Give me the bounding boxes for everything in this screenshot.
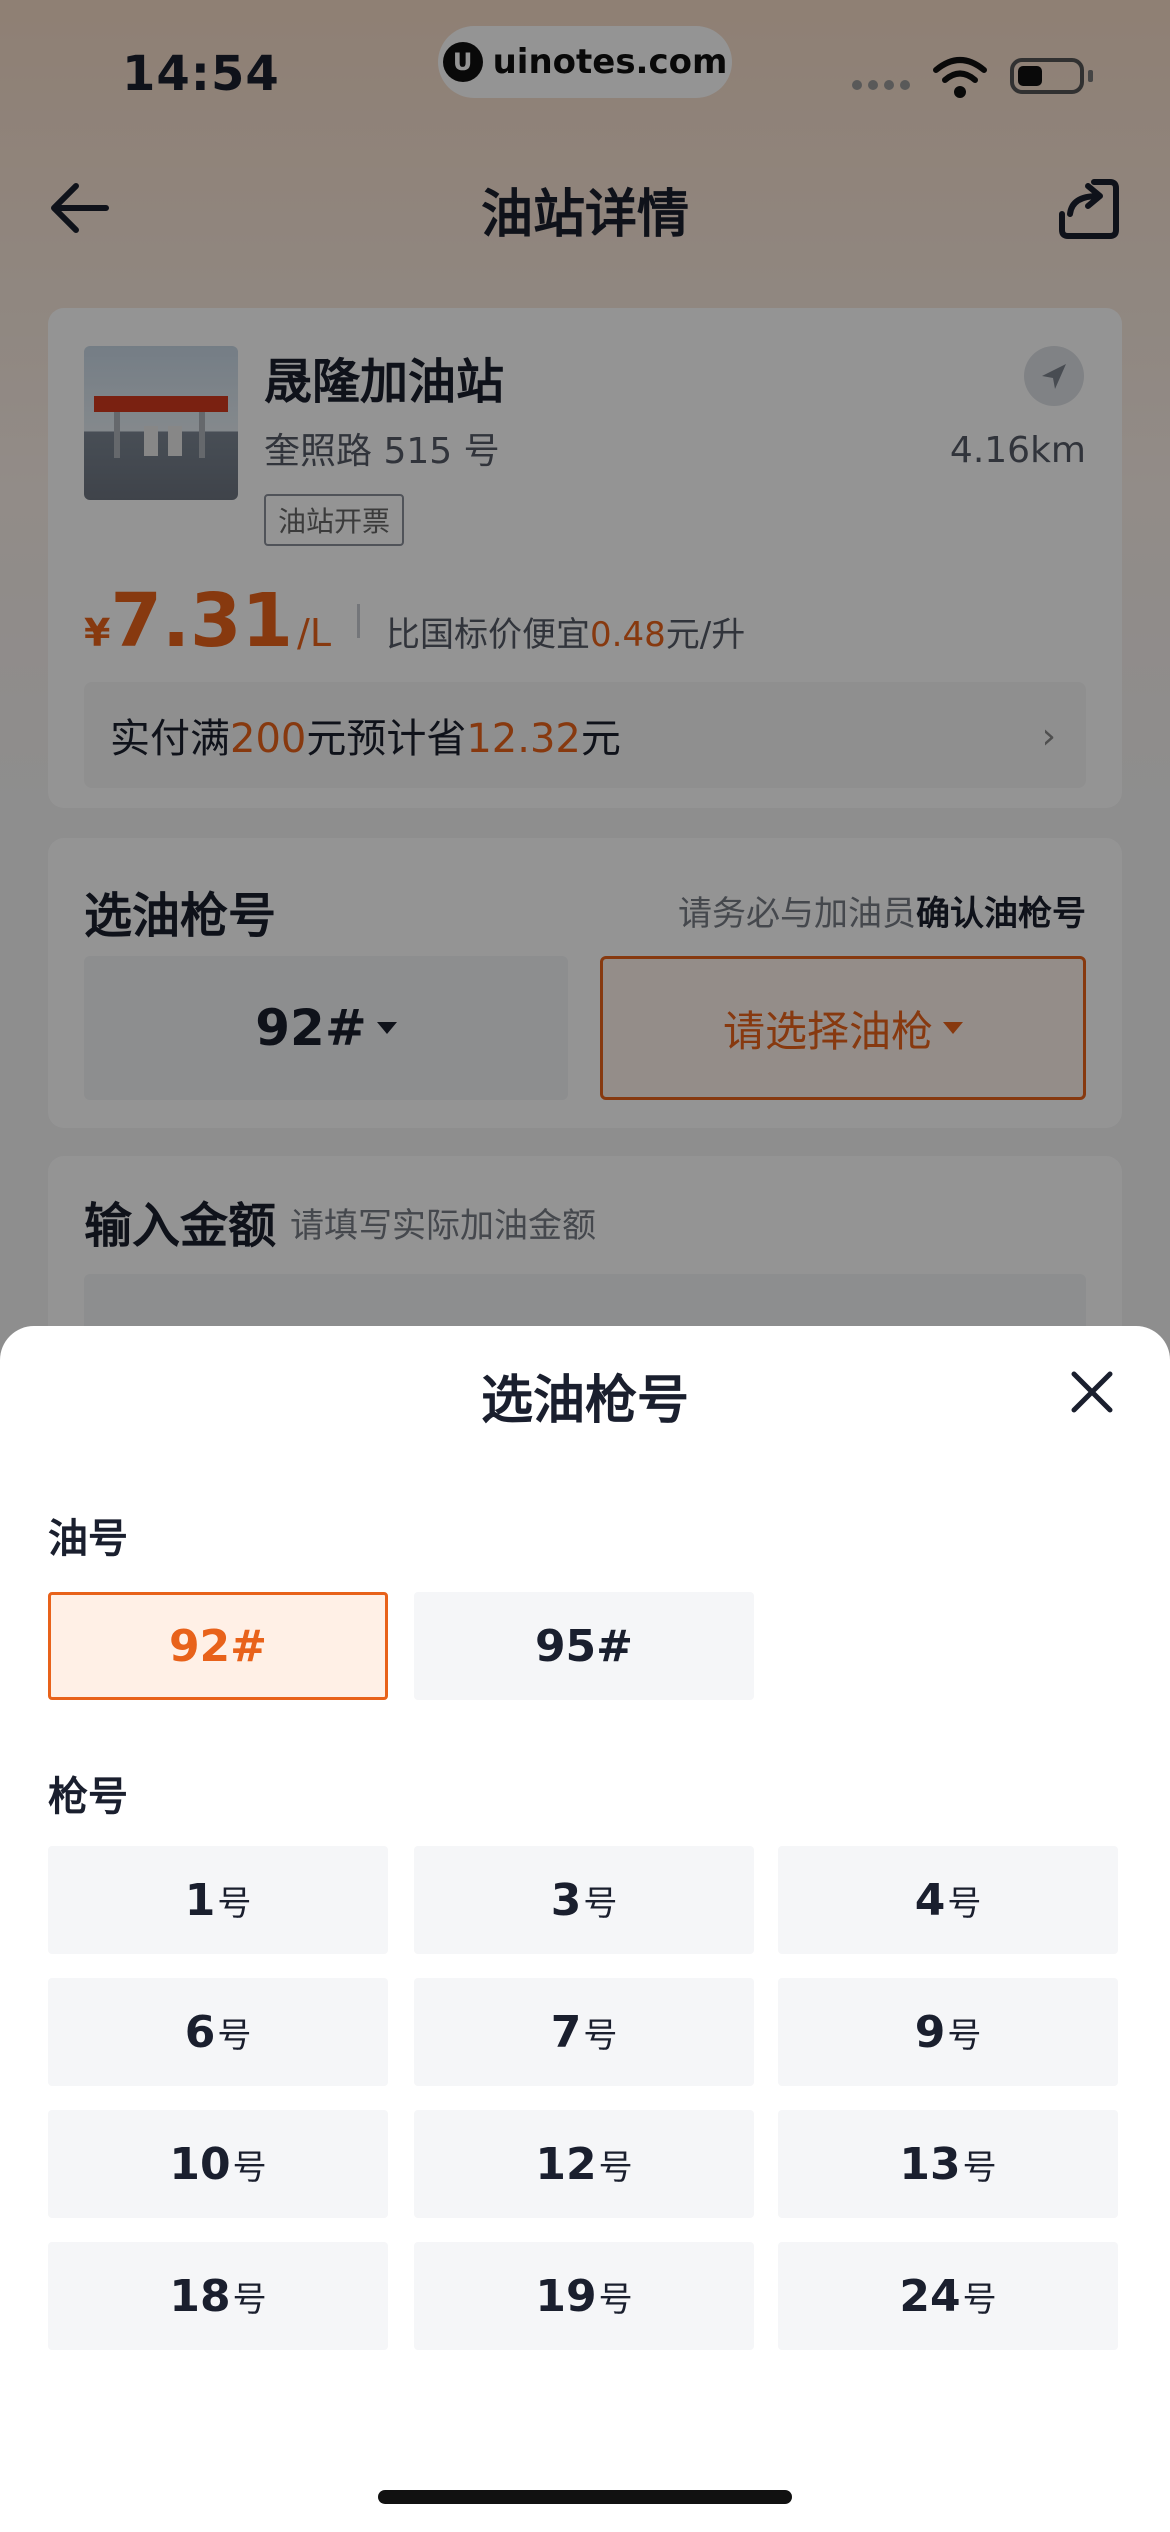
- gun-option[interactable]: 24 号: [778, 2242, 1118, 2350]
- gun-option[interactable]: 3号: [414, 1846, 754, 1954]
- gun-option[interactable]: 6号: [48, 1978, 388, 2086]
- gun-picker-sheet: 选油枪号 油号 92# 95# 枪号 1号 3号 4号 6号 7号 9号 10 号…: [0, 1326, 1170, 2532]
- gun-option[interactable]: 12 号: [414, 2110, 754, 2218]
- gun-option[interactable]: 4号: [778, 1846, 1118, 1954]
- gun-option[interactable]: 13 号: [778, 2110, 1118, 2218]
- gun-option[interactable]: 1号: [48, 1846, 388, 1954]
- gun-option[interactable]: 18 号: [48, 2242, 388, 2350]
- gun-option[interactable]: 19 号: [414, 2242, 754, 2350]
- oil-option-92[interactable]: 92#: [48, 1592, 388, 1700]
- oil-option-95[interactable]: 95#: [414, 1592, 754, 1700]
- sheet-title: 选油枪号: [480, 1371, 689, 1431]
- gun-group-label: 枪号: [48, 1774, 128, 1820]
- gun-option[interactable]: 10 号: [48, 2110, 388, 2218]
- home-indicator[interactable]: [378, 2490, 792, 2504]
- gun-option[interactable]: 7号: [414, 1978, 754, 2086]
- oil-group-label: 油号: [48, 1516, 128, 1562]
- close-icon[interactable]: [1068, 1368, 1116, 1416]
- gun-option[interactable]: 9号: [778, 1978, 1118, 2086]
